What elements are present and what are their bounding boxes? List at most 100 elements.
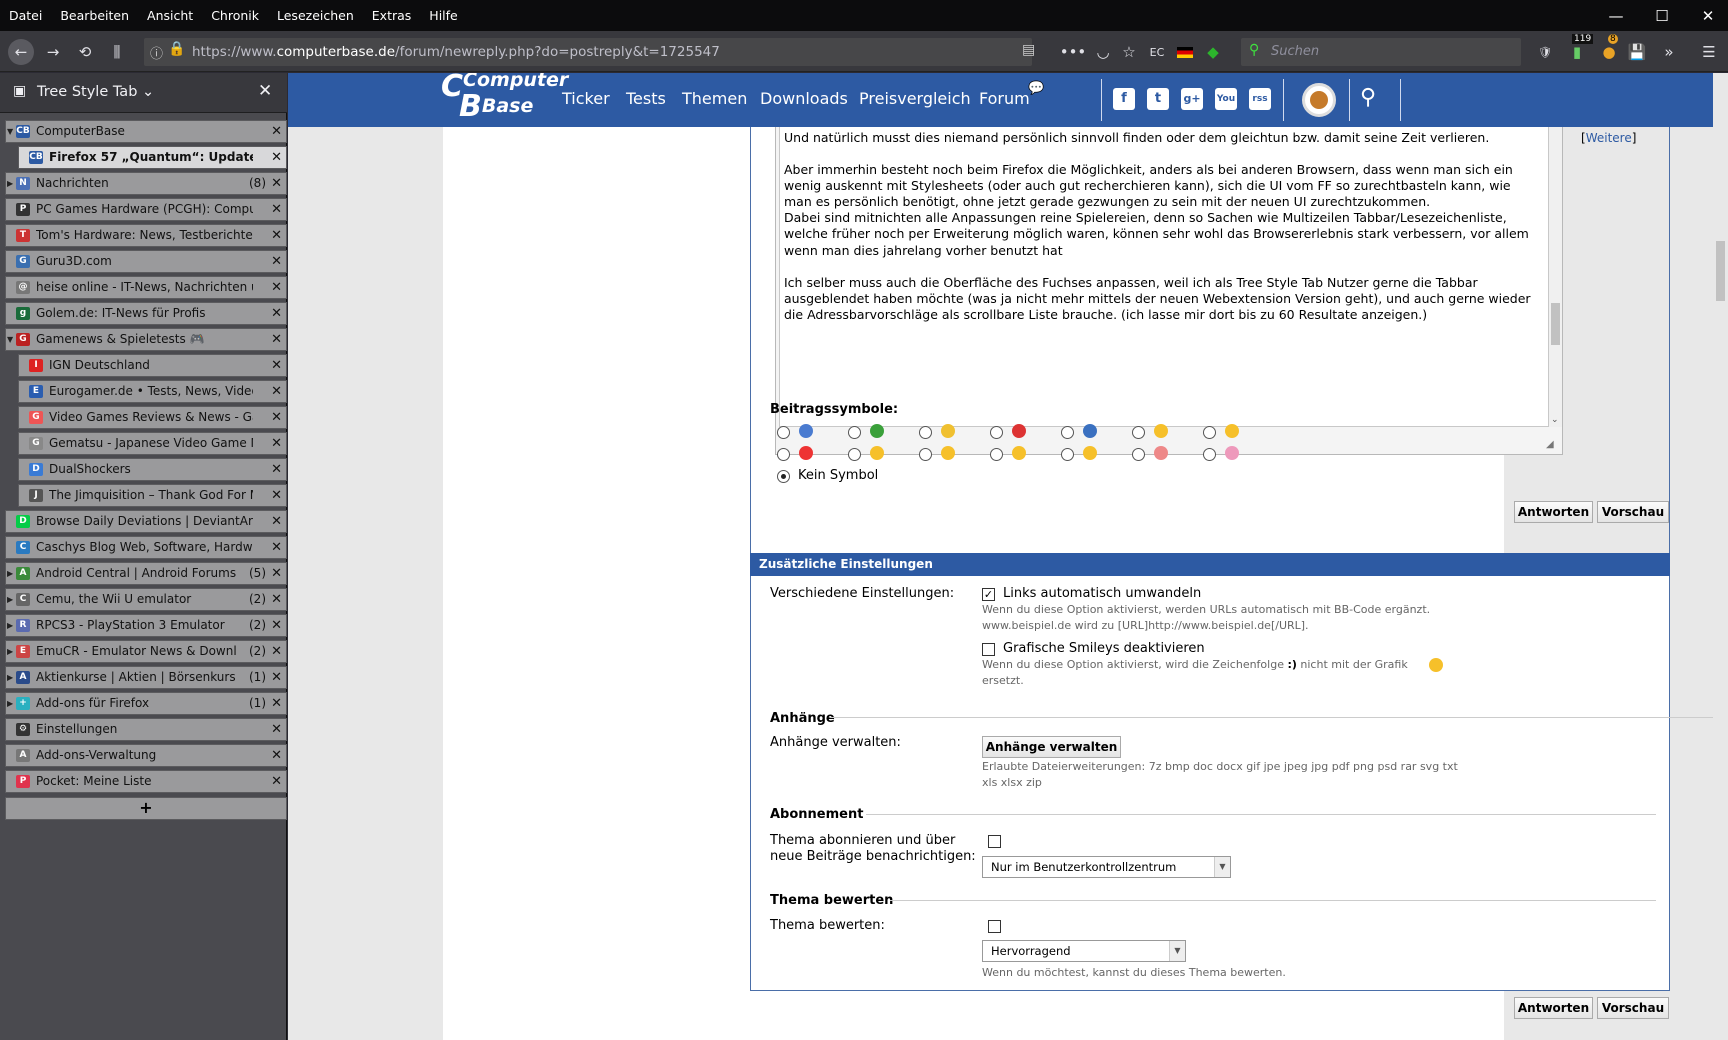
post-icon-radio[interactable]	[777, 448, 790, 461]
menu-extras[interactable]: Extras	[363, 0, 421, 31]
back-icon[interactable]: ←	[8, 39, 34, 65]
links-auto-label[interactable]: Links automatisch umwandeln	[1003, 586, 1201, 601]
menu-lesezeichen[interactable]: Lesezeichen	[268, 0, 363, 31]
post-icon-radio[interactable]	[777, 426, 790, 439]
nav-downloads[interactable]: Downloads	[760, 89, 848, 108]
facebook-icon[interactable]: f	[1113, 88, 1135, 110]
save-extension-icon[interactable]: 💾	[1624, 39, 1650, 65]
sidebar-tab[interactable]: ▶ R RPCS3 - PlayStation 3 Emulator (2) ✕	[5, 614, 287, 637]
twisty-icon[interactable]: ▶	[7, 615, 13, 636]
german-flag-icon[interactable]	[1172, 39, 1198, 65]
close-tab-icon[interactable]: ✕	[271, 537, 282, 558]
close-tab-icon[interactable]: ✕	[271, 199, 282, 220]
reader-view-icon[interactable]: ▤	[1022, 42, 1035, 58]
close-tab-icon[interactable]: ✕	[271, 459, 282, 480]
user-avatar[interactable]	[1302, 83, 1336, 117]
nav-ticker[interactable]: Ticker	[562, 89, 610, 108]
sidebar-tab[interactable]: ▶E EmuCR - Emulator News & Download... (2)…	[5, 640, 287, 663]
links-auto-checkbox[interactable]: ✓	[982, 588, 995, 601]
close-tab-icon[interactable]: ✕	[271, 225, 282, 246]
post-icon-radio[interactable]	[848, 426, 861, 439]
sidebar-tab[interactable]: g Golem.de: IT-News für Profis ✕	[5, 302, 287, 325]
abo-checkbox[interactable]	[988, 835, 1001, 848]
close-tab-icon[interactable]: ✕	[271, 147, 282, 168]
post-icon-radio[interactable]	[1132, 426, 1145, 439]
sidebar-tab[interactable]: P Pocket: Meine Liste ✕	[5, 770, 287, 793]
library-icon[interactable]: ⫼	[104, 39, 130, 65]
close-tab-icon[interactable]: ✕	[271, 381, 282, 402]
computerbase-logo[interactable]: CComputer BBase	[441, 73, 568, 122]
post-icon-radio[interactable]	[1203, 426, 1216, 439]
menu-datei[interactable]: Datei	[0, 0, 51, 31]
sidebar-tab[interactable]: @ heise online - IT-News, Nachrichten und…	[5, 276, 287, 299]
twisty-icon[interactable]: ▶	[7, 563, 13, 584]
ec-extension-icon[interactable]: EC	[1144, 39, 1170, 65]
sidebar-tab[interactable]: ▶A Android Central | Android Forums, Ne..…	[5, 562, 287, 585]
menu-bearbeiten[interactable]: Bearbeiten	[51, 0, 138, 31]
sidebar-tab[interactable]: CB Firefox 57 „Quantum“: Update bring... ✕	[18, 146, 287, 169]
close-tab-icon[interactable]: ✕	[271, 511, 282, 532]
antworten-button-top[interactable]: Antworten	[1514, 501, 1593, 523]
sidebar-tab[interactable]: G Guru3D.com ✕	[5, 250, 287, 273]
sidebar-tab[interactable]: ▶ N Nachrichten (8) ✕	[5, 172, 287, 195]
close-tab-icon[interactable]: ✕	[271, 407, 282, 428]
sidebar-tab[interactable]: D DualShockers ✕	[18, 458, 287, 481]
smileys-label[interactable]: Grafische Smileys deaktivieren	[1003, 641, 1205, 656]
reload-icon[interactable]: ⟲	[72, 39, 98, 65]
close-tab-icon[interactable]: ✕	[271, 563, 282, 584]
nav-tests[interactable]: Tests	[626, 89, 666, 108]
close-tab-icon[interactable]: ✕	[271, 329, 282, 350]
sidebar-tab[interactable]: ⚙ Einstellungen ✕	[5, 718, 287, 741]
sidebar-tab[interactable]: A Add-ons-Verwaltung ✕	[5, 744, 287, 767]
sidebar-tab[interactable]: ▼ G Gamenews & Spieletests 🎮 ✕	[5, 328, 287, 351]
twisty-icon[interactable]: ▶	[7, 641, 13, 662]
close-tab-icon[interactable]: ✕	[271, 641, 282, 662]
url-text[interactable]: https://www.computerbase.de/forum/newrep…	[192, 44, 720, 60]
close-tab-icon[interactable]: ✕	[271, 771, 282, 792]
sidebar-tab[interactable]: T Tom's Hardware: News, Testberichte und.…	[5, 224, 287, 247]
post-icon-radio[interactable]	[1061, 448, 1074, 461]
sidebar-title[interactable]: Tree Style Tab ⌄	[37, 84, 154, 100]
overflow-menu-icon[interactable]: »	[1656, 39, 1682, 65]
menu-hilfe[interactable]: Hilfe	[420, 0, 466, 31]
site-search-icon[interactable]: ⚲	[1360, 85, 1376, 110]
twisty-icon[interactable]: ▶	[7, 173, 13, 194]
new-tab-button[interactable]: +	[5, 797, 287, 820]
extension-counter-icon[interactable]: ▮ 119	[1564, 34, 1594, 65]
post-icon-radio[interactable]	[1203, 448, 1216, 461]
close-sidebar-icon[interactable]: ✕	[258, 81, 272, 101]
close-tab-icon[interactable]: ✕	[271, 173, 282, 194]
sidebar-tab[interactable]: D Browse Daily Deviations | DeviantArt ✕	[5, 510, 287, 533]
hamburger-menu-icon[interactable]: ☰	[1696, 39, 1722, 65]
sidebar-tab[interactable]: ▼ CB ComputerBase ✕	[5, 120, 287, 143]
close-window-button[interactable]: ✕	[1686, 0, 1728, 31]
vorschau-button-top[interactable]: Vorschau	[1597, 501, 1669, 523]
close-tab-icon[interactable]: ✕	[271, 303, 282, 324]
close-tab-icon[interactable]: ✕	[271, 277, 282, 298]
extension-badge-icon[interactable]: ● 8	[1596, 34, 1622, 65]
bewerten-select[interactable]: Hervorragend ▼	[982, 940, 1186, 962]
page-actions-icon[interactable]: •••	[1060, 39, 1087, 65]
post-icon-radio[interactable]	[848, 448, 861, 461]
twisty-icon[interactable]: ▼	[7, 329, 13, 350]
close-tab-icon[interactable]: ✕	[271, 589, 282, 610]
twitter-icon[interactable]: t	[1147, 88, 1169, 110]
youtube-icon[interactable]: You	[1215, 88, 1237, 110]
sidebar-tab[interactable]: ▶ + Add-ons für Firefox (1) ✕	[5, 692, 287, 715]
close-tab-icon[interactable]: ✕	[271, 745, 282, 766]
close-tab-icon[interactable]: ✕	[271, 693, 282, 714]
nav-themen[interactable]: Themen	[682, 89, 747, 108]
sidebar-tab[interactable]: ▶ C Cemu, the Wii U emulator (2) ✕	[5, 588, 287, 611]
forward-icon[interactable]: →	[40, 39, 66, 65]
sidebar-tab[interactable]: ▶A Aktienkurse | Aktien | Börsenkurse | f…	[5, 666, 287, 689]
google-plus-icon[interactable]: g+	[1181, 88, 1203, 110]
twisty-icon[interactable]: ▶	[7, 667, 13, 688]
close-tab-icon[interactable]: ✕	[271, 719, 282, 740]
extension-green-icon[interactable]: ◆	[1200, 39, 1226, 65]
sidebar-tab[interactable]: E Eurogamer.de • Tests, News, Videos u...…	[18, 380, 287, 403]
post-icon-radio[interactable]	[990, 448, 1003, 461]
kein-symbol-radio[interactable]	[777, 470, 790, 483]
page-scrollbar[interactable]	[1713, 73, 1728, 1040]
close-tab-icon[interactable]: ✕	[271, 667, 282, 688]
search-bar[interactable]: ⚲ Suchen	[1241, 38, 1521, 66]
